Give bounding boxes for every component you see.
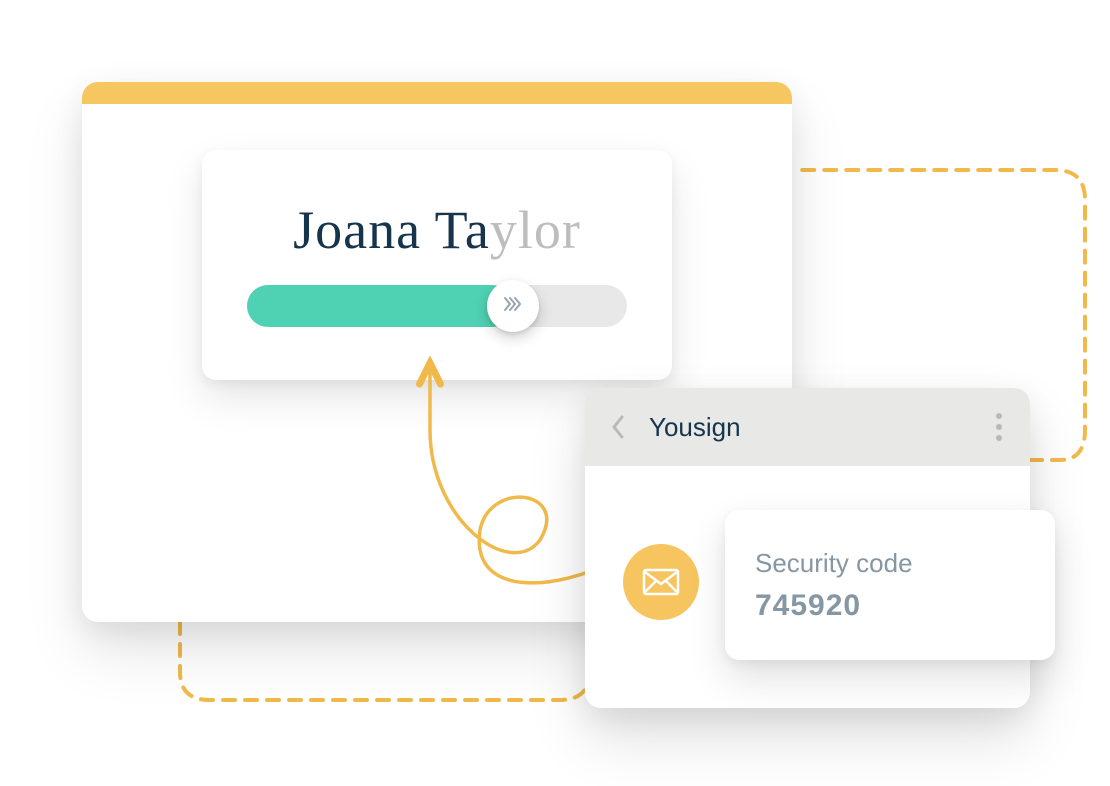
notification-header: Yousign (585, 388, 1030, 466)
document-window-titlebar (82, 82, 792, 104)
notification-app-name: Yousign (649, 412, 974, 443)
sign-slider-fill (247, 285, 513, 327)
signature-name-remaining: ylor (490, 200, 581, 260)
security-code-card: Security code 745920 (725, 510, 1055, 660)
mail-icon (623, 544, 699, 620)
signature-card: Joana Taylor (202, 150, 672, 380)
sign-slider[interactable] (247, 285, 627, 327)
signature-name-typed: Joana Ta (293, 200, 490, 260)
kebab-menu-icon[interactable] (996, 413, 1006, 441)
notification-body: Security code 745920 (585, 466, 1030, 708)
signature-name: Joana Taylor (293, 203, 581, 257)
notification-window: Yousign Security code 745920 (585, 388, 1030, 708)
sign-slider-knob[interactable] (487, 280, 539, 332)
back-icon[interactable] (609, 413, 627, 441)
security-code-label: Security code (755, 548, 1025, 579)
chevrons-right-icon (503, 296, 523, 317)
security-code-value: 745920 (755, 589, 1025, 623)
